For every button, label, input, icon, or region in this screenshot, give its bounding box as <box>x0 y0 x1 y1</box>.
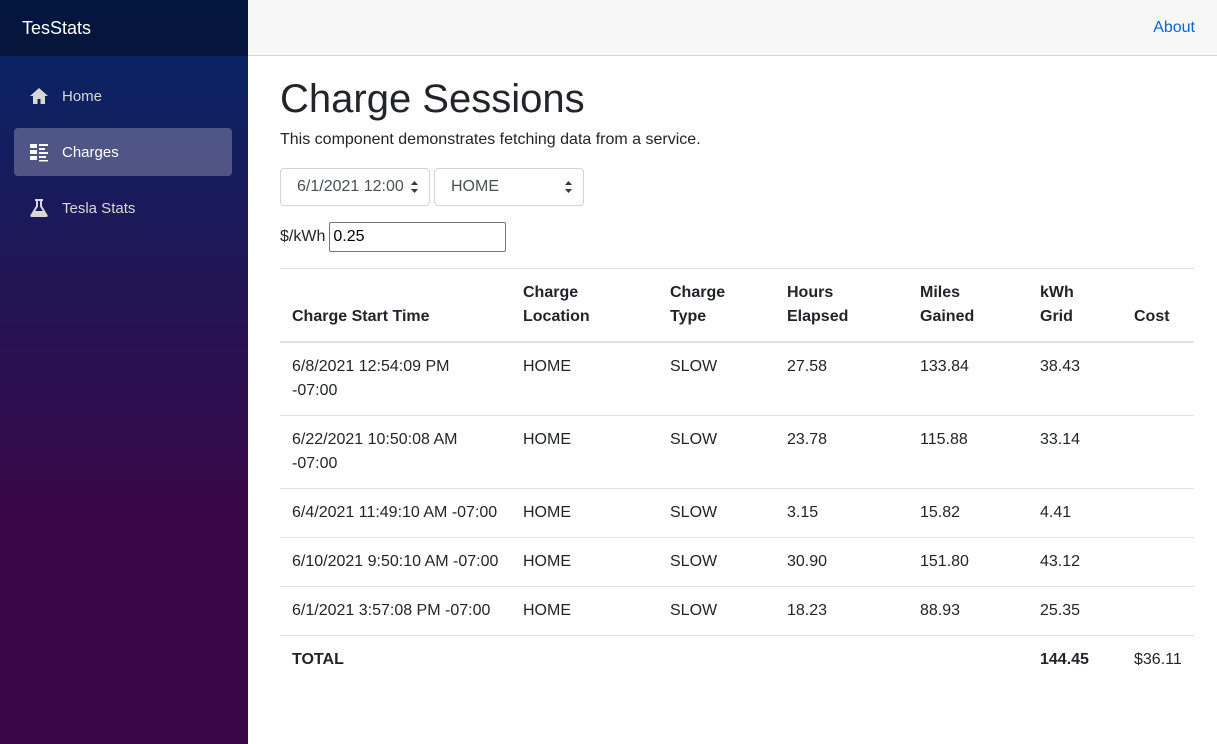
table-cell: 27.58 <box>775 341 908 416</box>
table-cell <box>908 635 1028 684</box>
sidebar-nav: Home Charges Tesla Stats <box>0 56 248 232</box>
table-cell: 30.90 <box>775 537 908 587</box>
total-row: TOTAL 144.45 $36.11 <box>280 635 1194 684</box>
table-cell: 15.82 <box>908 488 1028 538</box>
table-cell: 33.14 <box>1028 415 1122 489</box>
table-cell: 133.84 <box>908 341 1028 416</box>
column-header[interactable]: Charge Location <box>511 268 658 343</box>
total-label: TOTAL <box>280 635 511 684</box>
total-kwh: 144.45 <box>1028 635 1122 684</box>
table-cell: 6/22/2021 10:50:08 AM -07:00 <box>280 415 511 489</box>
sidebar-item-tesla-stats[interactable]: Tesla Stats <box>14 184 232 232</box>
table-cell <box>1122 415 1194 489</box>
date-select-value: 6/1/2021 12:00:00 AM <box>297 178 403 195</box>
table-cell: HOME <box>511 488 658 538</box>
table-cell: SLOW <box>658 586 775 636</box>
sidebar-item-label: Home <box>62 87 103 105</box>
table-cell: 151.80 <box>908 537 1028 587</box>
main-content: Charge Sessions This component demonstra… <box>280 56 1194 684</box>
page-subtitle: This component demonstrates fetching dat… <box>280 131 701 148</box>
sidebar-item-label: Charges <box>62 143 119 161</box>
brand-logo-text[interactable]: TesStats <box>22 18 91 39</box>
table-cell: 23.78 <box>775 415 908 489</box>
table-row: 6/8/2021 12:54:09 PM -07:00 HOME SLOW 27… <box>280 341 1194 416</box>
brand-bar: TesStats <box>0 0 248 56</box>
sidebar-item-home[interactable]: Home <box>14 72 232 120</box>
table-cell: 6/4/2021 11:49:10 AM -07:00 <box>280 488 511 538</box>
about-link[interactable]: About <box>1153 19 1195 37</box>
home-icon <box>29 86 49 106</box>
rate-row: $/kWh <box>280 222 1194 252</box>
filter-row: 6/1/2021 12:00:00 AM HOME <box>280 168 1194 206</box>
table-cell: 88.93 <box>908 586 1028 636</box>
table-cell: SLOW <box>658 415 775 489</box>
table-cell: 4.41 <box>1028 488 1122 538</box>
table-row: 6/1/2021 3:57:08 PM -07:00 HOME SLOW 18.… <box>280 586 1194 636</box>
table-cell: 6/1/2021 3:57:08 PM -07:00 <box>280 586 511 636</box>
table-cell <box>511 635 658 684</box>
column-header[interactable]: Charge Start Time <box>280 268 511 343</box>
table-cell <box>1122 488 1194 538</box>
table-header-row: Charge Start Time Charge Location Charge… <box>280 268 1194 343</box>
table-cell: HOME <box>511 537 658 587</box>
location-select[interactable]: HOME <box>434 168 584 206</box>
table-cell: HOME <box>511 341 658 416</box>
table-cell: HOME <box>511 415 658 489</box>
top-bar: About <box>248 0 1217 56</box>
table-row: 6/22/2021 10:50:08 AM -07:00 HOME SLOW 2… <box>280 415 1194 489</box>
table-cell: 3.15 <box>775 488 908 538</box>
page-title: Charge Sessions <box>280 77 585 121</box>
table-cell <box>1122 341 1194 416</box>
table-cell: 38.43 <box>1028 341 1122 416</box>
column-header[interactable]: Miles Gained <box>908 268 1028 343</box>
flask-icon <box>29 198 49 218</box>
table-cell: 43.12 <box>1028 537 1122 587</box>
column-header[interactable]: Charge Type <box>658 268 775 343</box>
location-select-value: HOME <box>451 178 499 195</box>
column-header[interactable]: Cost <box>1122 268 1194 343</box>
table-cell: SLOW <box>658 537 775 587</box>
select-arrows-icon <box>411 181 418 193</box>
table-cell <box>1122 537 1194 587</box>
table-cell <box>658 635 775 684</box>
sidebar: TesStats Home Charges Tesla Stats <box>0 0 248 744</box>
charge-sessions-table: Charge Start Time Charge Location Charge… <box>280 268 1194 684</box>
table-cell: 25.35 <box>1028 586 1122 636</box>
table-cell <box>775 635 908 684</box>
sidebar-item-charges[interactable]: Charges <box>14 128 232 176</box>
table-cell: 18.23 <box>775 586 908 636</box>
table-cell: 6/8/2021 12:54:09 PM -07:00 <box>280 341 511 416</box>
table-cell: 115.88 <box>908 415 1028 489</box>
table-row: 6/4/2021 11:49:10 AM -07:00 HOME SLOW 3.… <box>280 488 1194 538</box>
table-row: 6/10/2021 9:50:10 AM -07:00 HOME SLOW 30… <box>280 537 1194 587</box>
column-header[interactable]: kWh Grid <box>1028 268 1122 343</box>
total-cost: $36.11 <box>1122 635 1194 684</box>
table-cell: SLOW <box>658 488 775 538</box>
select-arrows-icon <box>565 181 572 193</box>
rate-label: $/kWh <box>280 228 326 245</box>
table-cell: SLOW <box>658 341 775 416</box>
column-header[interactable]: Hours Elapsed <box>775 268 908 343</box>
list-icon <box>29 142 49 162</box>
table-cell: 6/10/2021 9:50:10 AM -07:00 <box>280 537 511 587</box>
sidebar-item-label: Tesla Stats <box>62 199 136 217</box>
date-select[interactable]: 6/1/2021 12:00:00 AM <box>280 168 430 206</box>
table-cell <box>1122 586 1194 636</box>
rate-input[interactable] <box>329 222 507 252</box>
table-cell: HOME <box>511 586 658 636</box>
